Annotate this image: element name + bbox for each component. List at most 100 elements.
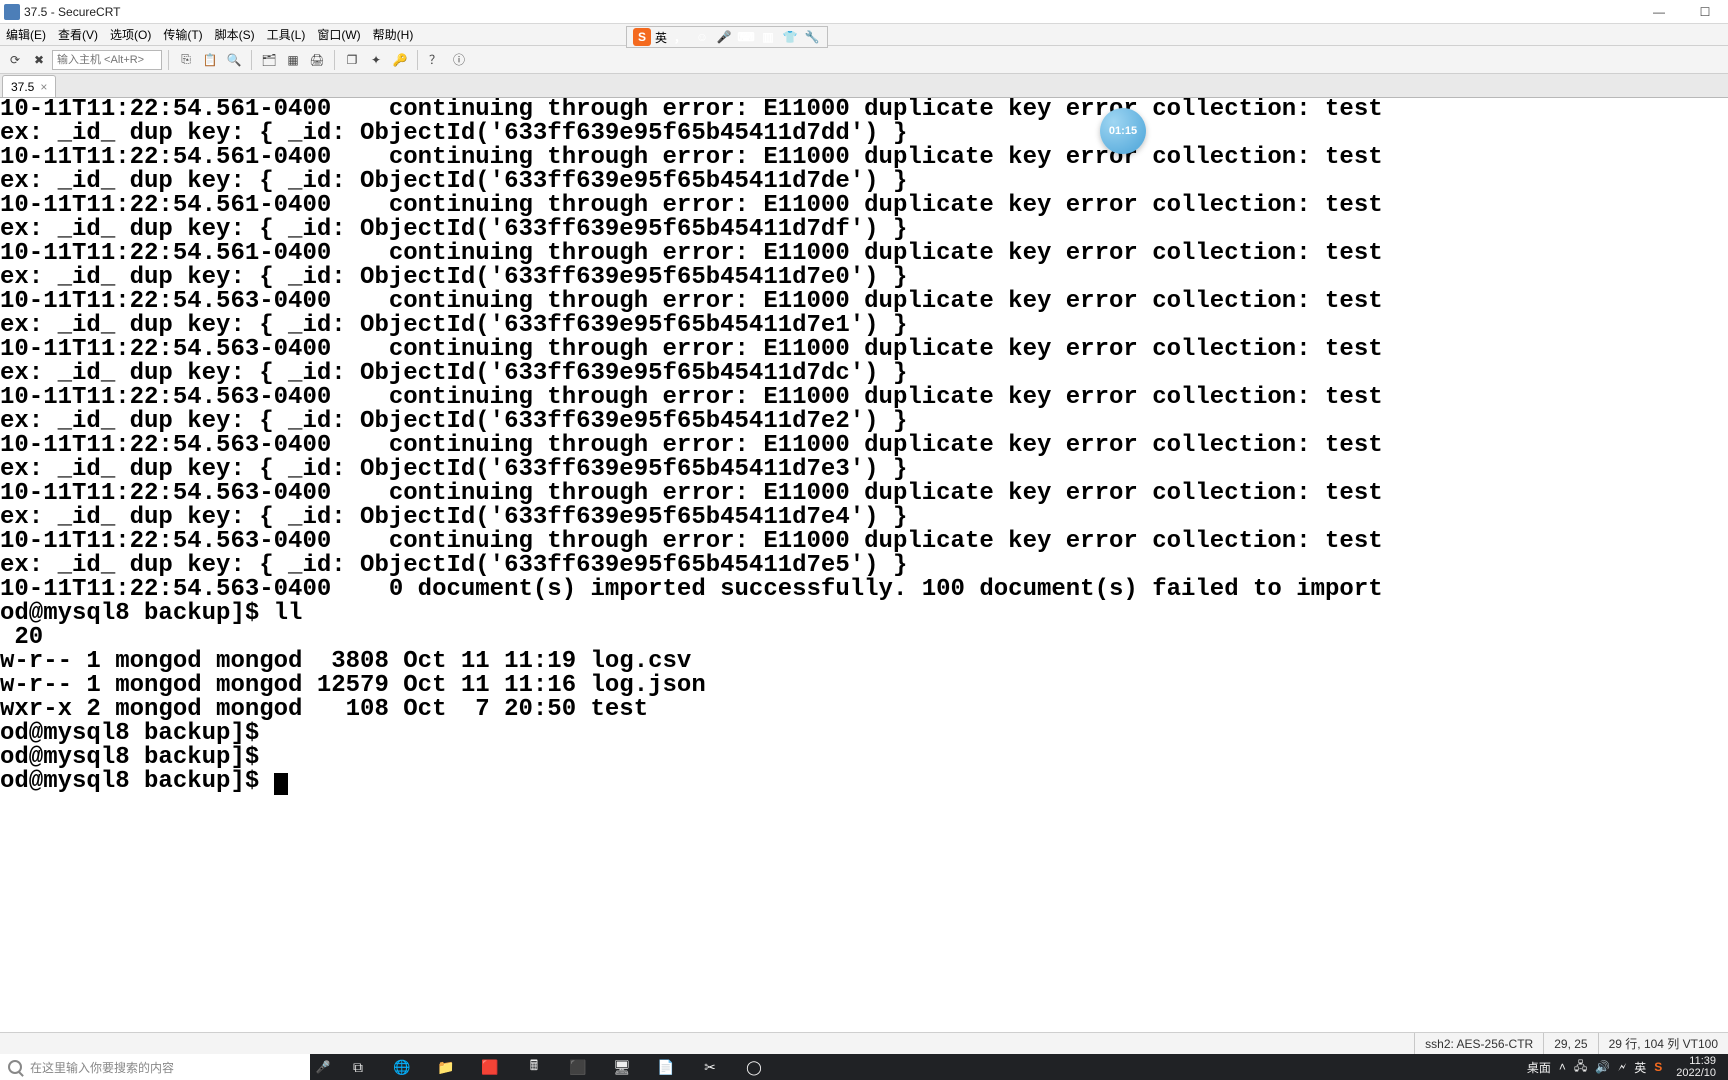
terminal-line: 10-11T11:22:54.563-0400 continuing throu… xyxy=(0,434,1728,458)
menu-script[interactable]: 脚本(S) xyxy=(209,24,261,46)
taskview-icon[interactable]: ⧉ xyxy=(336,1054,380,1080)
ime-lang[interactable]: 英 xyxy=(655,29,667,46)
terminal-line: 10-11T11:22:54.561-0400 continuing throu… xyxy=(0,242,1728,266)
menu-edit[interactable]: 编辑(E) xyxy=(0,24,52,46)
terminal-line: ex: _id_ dup key: { _id: ObjectId('633ff… xyxy=(0,218,1728,242)
menubar: 编辑(E) 查看(V) 选项(O) 传输(T) 脚本(S) 工具(L) 窗口(W… xyxy=(0,24,1728,46)
tray-ime-lang[interactable]: 英 xyxy=(1634,1059,1646,1076)
search-placeholder: 在这里输入你要搜索的内容 xyxy=(30,1059,174,1076)
calendar-red-icon[interactable]: 🟥 xyxy=(468,1054,512,1080)
minimize-button[interactable]: — xyxy=(1636,0,1682,24)
ime-punct-icon[interactable]: ， xyxy=(671,28,689,46)
disconnect-icon[interactable]: ✖ xyxy=(28,49,50,71)
terminal-line: 10-11T11:22:54.561-0400 continuing throu… xyxy=(0,146,1728,170)
help-icon[interactable]: ？ xyxy=(424,49,446,71)
tray-clock[interactable]: 11:39 2022/10 xyxy=(1670,1055,1722,1079)
options-icon[interactable]: ✦ xyxy=(365,49,387,71)
tab-close-icon[interactable]: × xyxy=(40,80,47,94)
mic-icon[interactable]: 🎤 xyxy=(310,1060,336,1074)
tray-network-icon[interactable]: 🖧 xyxy=(1574,1057,1587,1078)
terminal-line: ex: _id_ dup key: { _id: ObjectId('633ff… xyxy=(0,362,1728,386)
reconnect-icon[interactable]: ⟳ xyxy=(4,49,26,71)
system-tray[interactable]: 桌面 ˄ 🖧 🔊 🗲 英 S 11:39 2022/10 xyxy=(1521,1055,1728,1079)
terminal-line: 10-11T11:22:54.563-0400 continuing throu… xyxy=(0,530,1728,554)
tray-chevron-up-icon[interactable]: ˄ xyxy=(1559,1060,1566,1074)
ime-skin-icon[interactable]: 👕 xyxy=(781,28,799,46)
ime-emoji-icon[interactable]: ☺ xyxy=(693,28,711,46)
windows-taskbar: 在这里输入你要搜索的内容 🎤 ⧉ 🌐 📁 🟥 🖩 ⬛ 🖥 📄 ✂ ◯ 桌面 ˄ … xyxy=(0,1054,1728,1080)
key-icon[interactable]: 🔑 xyxy=(389,49,411,71)
taskbar-apps: ⧉ 🌐 📁 🟥 🖩 ⬛ 🖥 📄 ✂ ◯ xyxy=(336,1054,776,1080)
tray-volume-icon[interactable]: 🔊 xyxy=(1595,1060,1610,1074)
tile-icon[interactable]: ▦ xyxy=(282,49,304,71)
session-tabs: 37.5 × xyxy=(0,74,1728,98)
clock-time: 11:39 xyxy=(1676,1055,1716,1067)
find-icon[interactable]: 🔍 xyxy=(223,49,245,71)
terminal-line: ex: _id_ dup key: { _id: ObjectId('633ff… xyxy=(0,554,1728,578)
window-titlebar: 37.5 - SecureCRT — ☐ xyxy=(0,0,1728,24)
terminal-line: 10-11T11:22:54.563-0400 continuing throu… xyxy=(0,290,1728,314)
host-input[interactable] xyxy=(52,50,162,70)
terminal-line: ex: _id_ dup key: { _id: ObjectId('633ff… xyxy=(0,410,1728,434)
taskbar-search[interactable]: 在这里输入你要搜索的内容 xyxy=(0,1054,310,1080)
terminal-line: ex: _id_ dup key: { _id: ObjectId('633ff… xyxy=(0,314,1728,338)
tray-battery-icon[interactable]: 🗲 xyxy=(1618,1060,1626,1075)
ime-user-icon[interactable]: ▥ xyxy=(759,28,777,46)
securecrt-icon[interactable]: 🖥 xyxy=(600,1054,644,1080)
terminal-line: 10-11T11:22:54.563-0400 continuing throu… xyxy=(0,338,1728,362)
session-tab[interactable]: 37.5 × xyxy=(2,75,56,97)
menu-view[interactable]: 查看(V) xyxy=(52,24,104,46)
terminal-output[interactable]: 10-11T11:22:54.561-0400 continuing throu… xyxy=(0,98,1728,1030)
calculator-icon[interactable]: 🖩 xyxy=(512,1054,556,1080)
terminal-line: w-r-- 1 mongod mongod 12579 Oct 11 11:16… xyxy=(0,674,1728,698)
copy-icon[interactable]: ⎘ xyxy=(175,49,197,71)
notepad-icon[interactable]: 📄 xyxy=(644,1054,688,1080)
about-icon[interactable]: ⓘ xyxy=(448,49,470,71)
virtualbox-icon[interactable]: ⬛ xyxy=(556,1054,600,1080)
edge-icon[interactable]: 🌐 xyxy=(380,1054,424,1080)
status-term-size: 29 行, 104 列 VT100 xyxy=(1598,1033,1728,1055)
bubble-time: 01:15 xyxy=(1109,125,1137,137)
toolbar: ⟳ ✖ ⎘ 📋 🔍 🗂 ▦ 🖨 ❐ ✦ 🔑 ？ ⓘ xyxy=(0,46,1728,74)
tray-desktop-label[interactable]: 桌面 xyxy=(1527,1059,1551,1076)
terminal-line: ex: _id_ dup key: { _id: ObjectId('633ff… xyxy=(0,458,1728,482)
window-title: 37.5 - SecureCRT xyxy=(24,5,121,19)
terminal-line: od@mysql8 backup]$ xyxy=(0,770,1728,794)
menu-help[interactable]: 帮助(H) xyxy=(367,24,420,46)
new-window-icon[interactable]: ❐ xyxy=(341,49,363,71)
menu-tools[interactable]: 工具(L) xyxy=(261,24,312,46)
print-icon[interactable]: 🖨 xyxy=(306,49,328,71)
menu-options[interactable]: 选项(O) xyxy=(104,24,157,46)
terminal-line: ex: _id_ dup key: { _id: ObjectId('633ff… xyxy=(0,170,1728,194)
menu-transfer[interactable]: 传输(T) xyxy=(157,24,208,46)
terminal-line: od@mysql8 backup]$ xyxy=(0,722,1728,746)
snip-icon[interactable]: ✂ xyxy=(688,1054,732,1080)
terminal-line: 10-11T11:22:54.563-0400 continuing throu… xyxy=(0,482,1728,506)
status-connection: ssh2: AES-256-CTR xyxy=(1414,1033,1543,1055)
terminal-line: 10-11T11:22:54.563-0400 0 document(s) im… xyxy=(0,578,1728,602)
status-cursor-pos: 29, 25 xyxy=(1543,1033,1597,1055)
ime-keyboard-icon[interactable]: ⌨ xyxy=(737,28,755,46)
menu-window[interactable]: 窗口(W) xyxy=(311,24,366,46)
terminal-line: 10-11T11:22:54.561-0400 continuing throu… xyxy=(0,98,1728,122)
maximize-button[interactable]: ☐ xyxy=(1682,0,1728,24)
terminal-line: 20 xyxy=(0,626,1728,650)
terminal-line: w-r-- 1 mongod mongod 3808 Oct 11 11:19 … xyxy=(0,650,1728,674)
terminal-line: od@mysql8 backup]$ xyxy=(0,746,1728,770)
ime-toolbar[interactable]: S 英 ， ☺ 🎤 ⌨ ▥ 👕 🔧 xyxy=(626,26,828,48)
chrome-icon[interactable]: ◯ xyxy=(732,1054,776,1080)
explorer-icon[interactable]: 📁 xyxy=(424,1054,468,1080)
video-time-bubble: 01:15 xyxy=(1100,108,1146,154)
tray-sogou-icon[interactable]: S xyxy=(1654,1060,1662,1074)
sogou-icon[interactable]: S xyxy=(633,28,651,46)
paste-icon[interactable]: 📋 xyxy=(199,49,221,71)
session-mgr-icon[interactable]: 🗂 xyxy=(258,49,280,71)
ime-voice-icon[interactable]: 🎤 xyxy=(715,28,733,46)
app-icon xyxy=(4,4,20,20)
ime-tools-icon[interactable]: 🔧 xyxy=(803,28,821,46)
terminal-cursor xyxy=(274,773,288,795)
terminal-line: od@mysql8 backup]$ ll xyxy=(0,602,1728,626)
terminal-line: 10-11T11:22:54.561-0400 continuing throu… xyxy=(0,194,1728,218)
search-icon xyxy=(8,1060,22,1074)
terminal-line: wxr-x 2 mongod mongod 108 Oct 7 20:50 te… xyxy=(0,698,1728,722)
